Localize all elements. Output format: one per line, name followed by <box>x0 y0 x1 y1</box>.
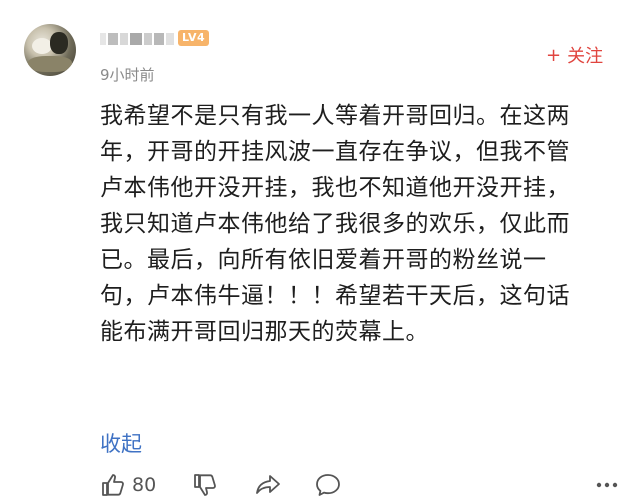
avatar-shape <box>28 56 72 72</box>
pixel-block <box>144 33 152 45</box>
more-dots-icon <box>596 482 618 488</box>
comment-line: 卢本伟他开没开挂，我也不知道他开没开挂， <box>100 175 570 201</box>
comment-body: 我希望不是只有我一人等着开哥回归。在这两 年，开哥的开挂风波一直存在争议，但我不… <box>100 98 620 350</box>
comment-button[interactable] <box>314 472 342 498</box>
avatar-shape <box>32 38 52 54</box>
pixel-block <box>166 33 174 45</box>
follow-button[interactable]: + 关注 <box>546 42 603 68</box>
comment-line: 我只知道卢本伟他给了我很多的欢乐，仅此而 <box>100 211 570 237</box>
dislike-button[interactable] <box>192 472 218 498</box>
like-count: 80 <box>132 474 157 496</box>
avatar[interactable] <box>24 24 76 76</box>
pixel-block <box>108 33 118 45</box>
timestamp: 9小时前 <box>100 66 155 84</box>
pixel-block <box>100 33 106 45</box>
username-pixelated[interactable] <box>100 30 174 48</box>
pixel-block <box>130 33 142 45</box>
level-badge: LV4 <box>178 30 210 46</box>
pixel-block <box>154 33 164 45</box>
plus-icon: + <box>546 44 562 66</box>
collapse-link[interactable]: 收起 <box>100 428 142 458</box>
avatar-shape <box>50 32 68 54</box>
thumbs-up-icon <box>102 474 124 496</box>
pixel-block <box>120 33 128 45</box>
comment-line: 年，开哥的开挂风波一直存在争议，但我不管 <box>100 139 570 165</box>
more-button[interactable] <box>594 472 620 498</box>
like-button[interactable]: 80 <box>100 472 156 498</box>
comment-line: 我希望不是只有我一人等着开哥回归。在这两 <box>100 103 570 129</box>
thumbs-down-icon <box>194 474 216 496</box>
share-arrow-icon <box>256 475 280 494</box>
share-button[interactable] <box>254 472 282 498</box>
comment-line: 已。最后，向所有依旧爱着开哥的粉丝说一 <box>100 247 547 273</box>
follow-label: 关注 <box>567 46 604 67</box>
comment-bubble-icon <box>316 474 340 496</box>
action-bar: 80 <box>100 470 620 504</box>
comment-line: 能布满开哥回归那天的荧幕上。 <box>100 319 429 345</box>
comment-line: 句，卢本伟牛逼！！！希望若干天后，这句话 <box>100 283 570 309</box>
